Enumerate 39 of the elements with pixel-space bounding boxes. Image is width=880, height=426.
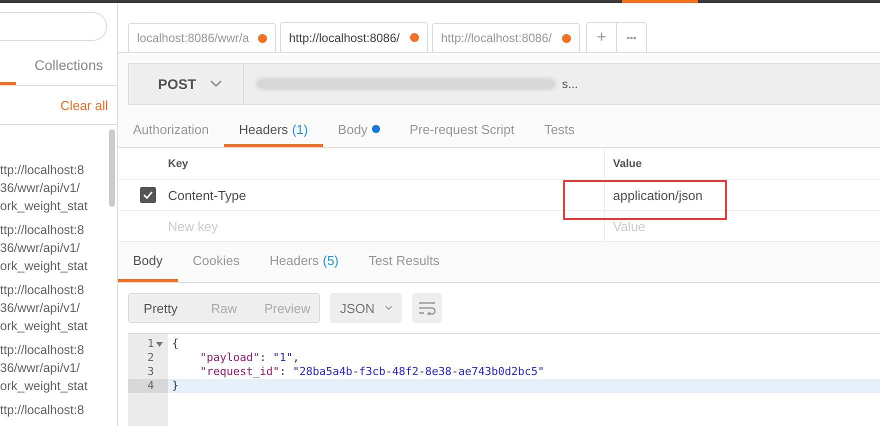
line-number: 1 (146, 337, 154, 351)
column-header: Key (168, 158, 188, 170)
code-line: "request_id": "28ba5a4b-f3cb-48f2-8e38-ae743b0d2bc5" (199, 365, 544, 379)
sidebar-tab[interactable]: Collections (34, 57, 117, 85)
history-item-text[interactable]: 36/wwr/api/v1/ (0, 239, 109, 257)
wrap-lines-icon (418, 301, 436, 315)
line-number: 3 (146, 365, 154, 379)
chevron-down-icon (384, 304, 392, 312)
history-item-text[interactable]: ork_weight_stat (0, 377, 109, 395)
history-item-text[interactable]: 36/wwr/api/v1/ (0, 299, 109, 317)
history-item-text[interactable]: ork_weight_stat (0, 197, 109, 215)
view-option[interactable]: Pretty (129, 294, 192, 322)
history-item-text[interactable]: ttp://localhost:8 (0, 341, 109, 359)
request-tab[interactable]: http://localhost:8086/ (280, 22, 428, 52)
format-dropdown[interactable]: JSON (330, 293, 402, 323)
search-field[interactable] (0, 12, 107, 41)
code-line: "payload": "1", (199, 351, 300, 365)
history-item-text[interactable]: ttp://localhost:8 (0, 221, 109, 239)
header-value[interactable]: application/json (613, 188, 703, 202)
header-key[interactable]: Content-Type (168, 188, 246, 202)
history-item-text[interactable]: ttp://localhost:8 (0, 281, 109, 299)
history-item-text[interactable]: ttp://localhost:8 (0, 161, 109, 179)
history-item-text[interactable]: ork_weight_stat (0, 317, 109, 335)
code-line: { (171, 337, 179, 351)
checkbox[interactable] (140, 187, 156, 203)
line-number: 2 (146, 351, 154, 365)
history-item-text[interactable]: 36/wwr/api/v1/ (0, 179, 109, 197)
history-item-text[interactable]: ork_weight_stat (0, 257, 109, 275)
line-number: 4 (146, 379, 154, 393)
check-icon (143, 191, 153, 199)
history-item-text[interactable]: 36/wwr/api/v1/ (0, 359, 109, 377)
clear-all-link[interactable]: Clear all (60, 98, 117, 112)
code-line: } (171, 379, 179, 393)
scrollbar-thumb[interactable] (109, 129, 115, 207)
history-item-text[interactable]: ttp://localhost:8 (0, 401, 109, 419)
column-header: Value (613, 158, 642, 170)
wrap-button[interactable] (412, 293, 442, 323)
response-tab[interactable]: Headers (5) (254, 242, 354, 282)
fold-caret-icon[interactable] (156, 342, 163, 346)
